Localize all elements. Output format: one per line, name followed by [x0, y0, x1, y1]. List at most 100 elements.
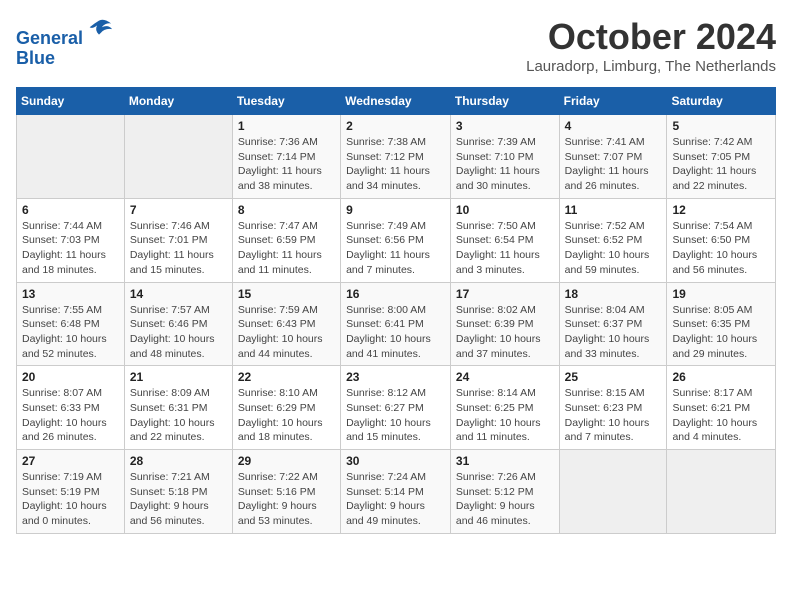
day-detail: Sunrise: 7:42 AMSunset: 7:05 PMDaylight:…: [672, 135, 770, 194]
calendar-cell: 16 Sunrise: 8:00 AMSunset: 6:41 PMDayligh…: [341, 282, 451, 366]
day-detail: Sunrise: 7:26 AMSunset: 5:12 PMDaylight:…: [456, 470, 554, 529]
day-number: 14: [130, 287, 227, 301]
day-detail: Sunrise: 8:14 AMSunset: 6:25 PMDaylight:…: [456, 386, 554, 445]
day-header-friday: Friday: [559, 88, 667, 115]
day-detail: Sunrise: 7:38 AMSunset: 7:12 PMDaylight:…: [346, 135, 445, 194]
day-detail: Sunrise: 7:21 AMSunset: 5:18 PMDaylight:…: [130, 470, 227, 529]
calendar-week-row: 27 Sunrise: 7:19 AMSunset: 5:19 PMDayligh…: [17, 450, 776, 534]
day-header-monday: Monday: [124, 88, 232, 115]
day-number: 3: [456, 119, 554, 133]
day-detail: Sunrise: 7:50 AMSunset: 6:54 PMDaylight:…: [456, 219, 554, 278]
calendar-cell: 31Sunrise: 7:26 AMSunset: 5:12 PMDayligh…: [450, 450, 559, 534]
calendar-cell: 11 Sunrise: 7:52 AMSunset: 6:52 PMDayligh…: [559, 198, 667, 282]
day-detail: Sunrise: 7:55 AMSunset: 6:48 PMDaylight:…: [22, 303, 119, 362]
calendar-cell: 24 Sunrise: 8:14 AMSunset: 6:25 PMDayligh…: [450, 366, 559, 450]
day-number: 24: [456, 370, 554, 384]
day-detail: Sunrise: 8:04 AMSunset: 6:37 PMDaylight:…: [565, 303, 662, 362]
day-detail: Sunrise: 8:07 AMSunset: 6:33 PMDaylight:…: [22, 386, 119, 445]
logo-text: General Blue: [16, 16, 113, 69]
calendar-cell: 6 Sunrise: 7:44 AMSunset: 7:03 PMDaylight…: [17, 198, 125, 282]
calendar-cell: 23 Sunrise: 8:12 AMSunset: 6:27 PMDayligh…: [341, 366, 451, 450]
day-number: 26: [672, 370, 770, 384]
day-header-sunday: Sunday: [17, 88, 125, 115]
day-number: 2: [346, 119, 445, 133]
day-detail: Sunrise: 7:54 AMSunset: 6:50 PMDaylight:…: [672, 219, 770, 278]
calendar-cell: 13 Sunrise: 7:55 AMSunset: 6:48 PMDayligh…: [17, 282, 125, 366]
calendar-cell: 22 Sunrise: 8:10 AMSunset: 6:29 PMDayligh…: [232, 366, 340, 450]
day-number: 12: [672, 203, 770, 217]
day-header-saturday: Saturday: [667, 88, 776, 115]
calendar-cell: [17, 115, 125, 199]
day-number: 15: [238, 287, 335, 301]
day-number: 28: [130, 454, 227, 468]
day-number: 8: [238, 203, 335, 217]
day-number: 9: [346, 203, 445, 217]
location: Lauradorp, Limburg, The Netherlands: [526, 58, 776, 75]
calendar-cell: [559, 450, 667, 534]
day-number: 16: [346, 287, 445, 301]
calendar-table: SundayMondayTuesdayWednesdayThursdayFrid…: [16, 87, 776, 534]
day-detail: Sunrise: 7:59 AMSunset: 6:43 PMDaylight:…: [238, 303, 335, 362]
day-detail: Sunrise: 7:52 AMSunset: 6:52 PMDaylight:…: [565, 219, 662, 278]
calendar-cell: [667, 450, 776, 534]
day-number: 30: [346, 454, 445, 468]
calendar-cell: 28 Sunrise: 7:21 AMSunset: 5:18 PMDayligh…: [124, 450, 232, 534]
day-detail: Sunrise: 7:47 AMSunset: 6:59 PMDaylight:…: [238, 219, 335, 278]
calendar-cell: 30 Sunrise: 7:24 AMSunset: 5:14 PMDayligh…: [341, 450, 451, 534]
calendar-cell: 1 Sunrise: 7:36 AMSunset: 7:14 PMDaylight…: [232, 115, 340, 199]
day-number: 13: [22, 287, 119, 301]
day-detail: Sunrise: 7:57 AMSunset: 6:46 PMDaylight:…: [130, 303, 227, 362]
day-number: 27: [22, 454, 119, 468]
day-detail: Sunrise: 8:17 AMSunset: 6:21 PMDaylight:…: [672, 386, 770, 445]
calendar-week-row: 13 Sunrise: 7:55 AMSunset: 6:48 PMDayligh…: [17, 282, 776, 366]
calendar-cell: 12 Sunrise: 7:54 AMSunset: 6:50 PMDayligh…: [667, 198, 776, 282]
day-detail: Sunrise: 8:05 AMSunset: 6:35 PMDaylight:…: [672, 303, 770, 362]
day-number: 6: [22, 203, 119, 217]
day-number: 20: [22, 370, 119, 384]
day-number: 10: [456, 203, 554, 217]
calendar-cell: 8 Sunrise: 7:47 AMSunset: 6:59 PMDaylight…: [232, 198, 340, 282]
calendar-header-row: SundayMondayTuesdayWednesdayThursdayFrid…: [17, 88, 776, 115]
day-detail: Sunrise: 7:44 AMSunset: 7:03 PMDaylight:…: [22, 219, 119, 278]
calendar-week-row: 1 Sunrise: 7:36 AMSunset: 7:14 PMDaylight…: [17, 115, 776, 199]
day-detail: Sunrise: 8:12 AMSunset: 6:27 PMDaylight:…: [346, 386, 445, 445]
calendar-cell: 14 Sunrise: 7:57 AMSunset: 6:46 PMDayligh…: [124, 282, 232, 366]
day-detail: Sunrise: 7:49 AMSunset: 6:56 PMDaylight:…: [346, 219, 445, 278]
day-number: 19: [672, 287, 770, 301]
calendar-cell: 21 Sunrise: 8:09 AMSunset: 6:31 PMDayligh…: [124, 366, 232, 450]
month-title: October 2024: [526, 16, 776, 58]
calendar-cell: 4Sunrise: 7:41 AMSunset: 7:07 PMDaylight…: [559, 115, 667, 199]
day-detail: Sunrise: 8:09 AMSunset: 6:31 PMDaylight:…: [130, 386, 227, 445]
calendar-week-row: 20 Sunrise: 8:07 AMSunset: 6:33 PMDayligh…: [17, 366, 776, 450]
logo-bird-icon: [85, 16, 113, 44]
day-number: 4: [565, 119, 662, 133]
day-detail: Sunrise: 8:00 AMSunset: 6:41 PMDaylight:…: [346, 303, 445, 362]
calendar-cell: 15 Sunrise: 7:59 AMSunset: 6:43 PMDayligh…: [232, 282, 340, 366]
calendar-cell: 17 Sunrise: 8:02 AMSunset: 6:39 PMDayligh…: [450, 282, 559, 366]
day-number: 23: [346, 370, 445, 384]
day-detail: Sunrise: 7:46 AMSunset: 7:01 PMDaylight:…: [130, 219, 227, 278]
day-number: 17: [456, 287, 554, 301]
day-number: 21: [130, 370, 227, 384]
day-detail: Sunrise: 7:39 AMSunset: 7:10 PMDaylight:…: [456, 135, 554, 194]
calendar-cell: 19 Sunrise: 8:05 AMSunset: 6:35 PMDayligh…: [667, 282, 776, 366]
day-detail: Sunrise: 8:02 AMSunset: 6:39 PMDaylight:…: [456, 303, 554, 362]
day-detail: Sunrise: 7:36 AMSunset: 7:14 PMDaylight:…: [238, 135, 335, 194]
calendar-cell: 29Sunrise: 7:22 AMSunset: 5:16 PMDayligh…: [232, 450, 340, 534]
logo: General Blue: [16, 16, 113, 69]
calendar-cell: 10 Sunrise: 7:50 AMSunset: 6:54 PMDayligh…: [450, 198, 559, 282]
calendar-cell: 20 Sunrise: 8:07 AMSunset: 6:33 PMDayligh…: [17, 366, 125, 450]
calendar-week-row: 6 Sunrise: 7:44 AMSunset: 7:03 PMDaylight…: [17, 198, 776, 282]
day-number: 29: [238, 454, 335, 468]
day-detail: Sunrise: 7:19 AMSunset: 5:19 PMDaylight:…: [22, 470, 119, 529]
day-detail: Sunrise: 7:24 AMSunset: 5:14 PMDaylight:…: [346, 470, 445, 529]
day-detail: Sunrise: 8:10 AMSunset: 6:29 PMDaylight:…: [238, 386, 335, 445]
day-number: 25: [565, 370, 662, 384]
day-number: 1: [238, 119, 335, 133]
day-number: 22: [238, 370, 335, 384]
calendar-cell: 25Sunrise: 8:15 AMSunset: 6:23 PMDayligh…: [559, 366, 667, 450]
day-number: 18: [565, 287, 662, 301]
calendar-cell: 5Sunrise: 7:42 AMSunset: 7:05 PMDaylight…: [667, 115, 776, 199]
calendar-cell: [124, 115, 232, 199]
day-number: 11: [565, 203, 662, 217]
